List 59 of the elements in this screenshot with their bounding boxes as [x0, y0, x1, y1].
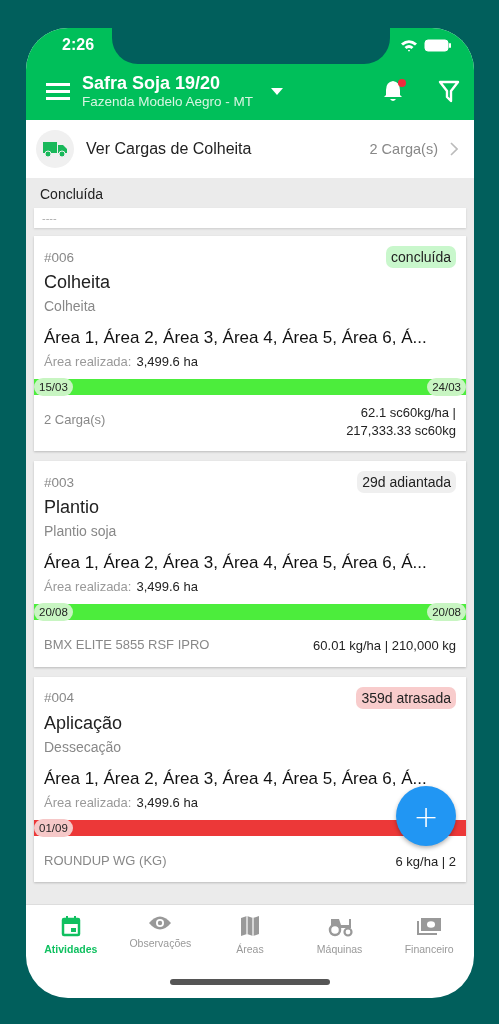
- cargas-label: Ver Cargas de Colheita: [86, 140, 253, 158]
- start-date: 15/03: [34, 378, 73, 396]
- areas-text: Área 1, Área 2, Área 3, Área 4, Área 5, Área 6, Á...: [43, 328, 428, 348]
- cargas-count: 2 Carga(s): [369, 141, 438, 157]
- status-badge: concluída: [386, 246, 456, 268]
- activity-title: Plantio: [43, 497, 101, 519]
- start-date: 20/08: [34, 603, 73, 622]
- area-value: 3,499.6 ha: [136, 794, 198, 810]
- activity-subtitle: Colheita: [43, 298, 97, 314]
- filter-icon[interactable]: [438, 79, 460, 103]
- activity-card[interactable]: #006 concluída Colheita Colheita Área 1, Área 2, Área 3, Área 4, Área 5, Área 6, Á... Área realizada: 3,499.6 ha 15/03 24/03 2 Carga(s) 62.1 sc60kg/ha | 217,333.33 sc60kg: [34, 236, 466, 452]
- empty-card: ----: [34, 208, 466, 228]
- wifi-icon: [400, 38, 418, 52]
- activity-number: #006: [44, 249, 75, 265]
- end-date: 20/08: [427, 603, 466, 622]
- nav-tab[interactable]: Áreas: [205, 913, 295, 957]
- nav-tab[interactable]: Atividades: [26, 913, 116, 957]
- cargas-row[interactable]: Ver Cargas de Colheita 2 Carga(s): [26, 120, 474, 178]
- map-icon: [239, 915, 261, 937]
- activity-title: Colheita: [43, 272, 112, 293]
- activity-number: #004: [44, 690, 75, 706]
- nav-tab[interactable]: Observações: [115, 913, 206, 957]
- menu-icon[interactable]: [46, 82, 70, 100]
- yield-text: 6 kg/ha | 2: [395, 852, 456, 871]
- yield-text: 62.1 sc60kg/ha | 217,333.33 sc60kg: [345, 404, 456, 440]
- header-title[interactable]: Safra Soja 19/20: [82, 73, 254, 94]
- end-date: 24/03: [427, 378, 466, 396]
- status-badge: 359d atrasada: [356, 686, 456, 709]
- dropdown-caret-icon[interactable]: [271, 87, 284, 95]
- calendar-icon: [60, 915, 81, 937]
- activity-subtitle: Plantio soja: [43, 523, 118, 540]
- banknote-icon: [416, 915, 443, 937]
- section-title: Concluída: [39, 185, 105, 204]
- truck-icon: [36, 130, 74, 168]
- nav-tab[interactable]: Máquinas: [294, 913, 385, 957]
- areas-text: Área 1, Área 2, Área 3, Área 4, Área 5, Área 6, Á...: [43, 768, 428, 789]
- footer-label: BMX ELITE 5855 RSF IPRO: [44, 636, 210, 653]
- status-time: 2:26: [62, 36, 95, 54]
- yield-text: 60.01 kg/ha | 210,000 kg: [313, 637, 456, 655]
- activity-subtitle: Dessecação: [43, 738, 123, 755]
- notifications-button[interactable]: [382, 79, 406, 103]
- start-date: 01/09: [34, 818, 73, 837]
- status-badge: 29d adiantada: [357, 471, 456, 494]
- area-value: 3,499.6 ha: [136, 579, 198, 595]
- activity-number: #003: [44, 474, 75, 490]
- area-value: 3,499.6 ha: [136, 354, 198, 369]
- areas-text: Área 1, Área 2, Área 3, Área 4, Área 5, Área 6, Á...: [43, 553, 428, 574]
- header-subtitle[interactable]: Fazenda Modelo Aegro - MT: [82, 94, 254, 109]
- area-label: Área realizada:: [44, 794, 132, 810]
- activity-title: Aplicação: [43, 712, 124, 734]
- footer-label: ROUNDUP WG (KG): [44, 851, 167, 868]
- area-label: Área realizada:: [44, 579, 132, 595]
- eye-icon: [148, 915, 173, 931]
- activity-card[interactable]: #003 29d adiantada Plantio Plantio soja Área 1, Área 2, Área 3, Área 4, Área 5, Área 6, Á... Área realizada: 3,499.6 ha 20/08 20/08 BMX ELITE 5855 RSF IPRO 60.01 kg/ha | 210,000 kg: [34, 461, 466, 667]
- battery-icon: [424, 38, 452, 52]
- area-label: Área realizada:: [44, 354, 132, 369]
- chevron-right-icon: [450, 142, 458, 156]
- footer-label: 2 Carga(s): [44, 411, 106, 427]
- nav-tab[interactable]: Financeiro: [384, 913, 474, 957]
